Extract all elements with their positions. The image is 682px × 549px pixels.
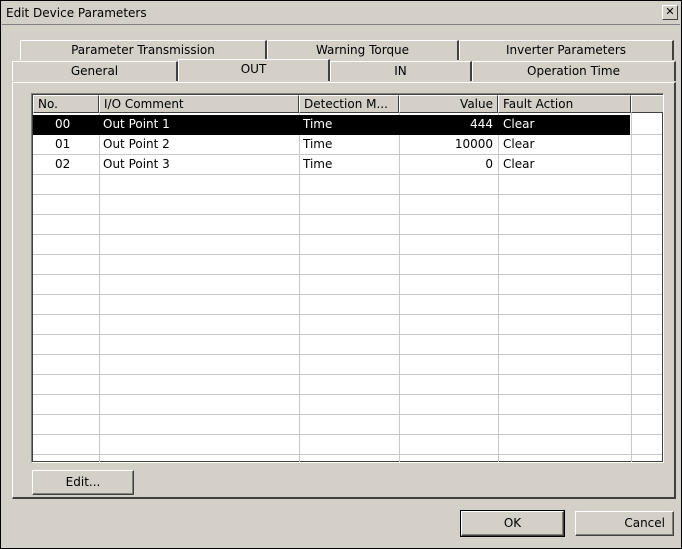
grid-line	[33, 454, 662, 455]
tab-parameter-transmission[interactable]: Parameter Transmission	[20, 40, 267, 60]
cell-value: 444	[470, 117, 493, 131]
grid-line	[33, 274, 662, 275]
grid-line	[33, 434, 662, 435]
tab-in[interactable]: IN	[330, 61, 472, 81]
cell-io-comment: Out Point 2	[103, 137, 170, 151]
title-bar[interactable]: Edit Device Parameters ✕	[2, 2, 680, 25]
column-header-no[interactable]: No.	[33, 95, 99, 113]
grid-line	[33, 234, 662, 235]
cell-fault-action: Clear	[503, 157, 535, 171]
close-icon[interactable]: ✕	[662, 5, 678, 20]
grid-line	[33, 374, 662, 375]
cell-fault-action: Clear	[503, 117, 535, 131]
grid-line	[631, 113, 632, 462]
edit-button-label: Edit...	[65, 475, 101, 489]
cell-io-comment: Out Point 3	[103, 157, 170, 171]
edit-button[interactable]: Edit...	[32, 470, 134, 495]
table-row[interactable]: 01 Out Point 2 Time 10000 Clear	[33, 135, 630, 155]
cell-value: 10000	[454, 137, 493, 151]
grid-line	[33, 394, 662, 395]
io-table[interactable]: No. I/O Comment Detection M... Value Fau…	[31, 93, 664, 463]
column-header-io-comment[interactable]: I/O Comment	[99, 95, 299, 113]
column-header-blank	[631, 95, 663, 113]
column-header-fault-action[interactable]: Fault Action	[498, 95, 631, 113]
tab-out[interactable]: OUT	[178, 59, 330, 81]
grid-line	[33, 254, 662, 255]
cell-no: 01	[55, 137, 71, 151]
tab-warning-torque[interactable]: Warning Torque	[267, 40, 459, 60]
ok-button[interactable]: OK	[460, 510, 565, 537]
cell-io-comment: Out Point 1	[103, 117, 170, 131]
tab-inverter-parameters[interactable]: Inverter Parameters	[459, 40, 674, 60]
cell-no: 02	[55, 157, 71, 171]
window-title: Edit Device Parameters	[6, 6, 147, 20]
grid-line	[33, 354, 662, 355]
grid-line	[33, 414, 662, 415]
column-header-value[interactable]: Value	[399, 95, 498, 113]
cancel-button[interactable]: Cancel	[575, 511, 674, 536]
tab-general[interactable]: General	[12, 61, 178, 81]
cell-detection-method: Time	[303, 117, 333, 131]
cell-fault-action: Clear	[503, 137, 535, 151]
cell-detection-method: Time	[303, 157, 333, 171]
grid-line	[33, 314, 662, 315]
grid-line	[33, 214, 662, 215]
column-header-detection-method[interactable]: Detection M...	[299, 95, 399, 113]
grid-line	[33, 194, 662, 195]
tab-operation-time[interactable]: Operation Time	[472, 61, 676, 81]
cell-no: 00	[55, 117, 71, 131]
grid-line	[33, 334, 662, 335]
grid-line	[33, 294, 662, 295]
cell-value: 0	[485, 157, 493, 171]
table-row[interactable]: 02 Out Point 3 Time 0 Clear	[33, 155, 630, 175]
table-row[interactable]: 00 Out Point 1 Time 444 Clear	[33, 115, 630, 135]
cell-detection-method: Time	[303, 137, 333, 151]
